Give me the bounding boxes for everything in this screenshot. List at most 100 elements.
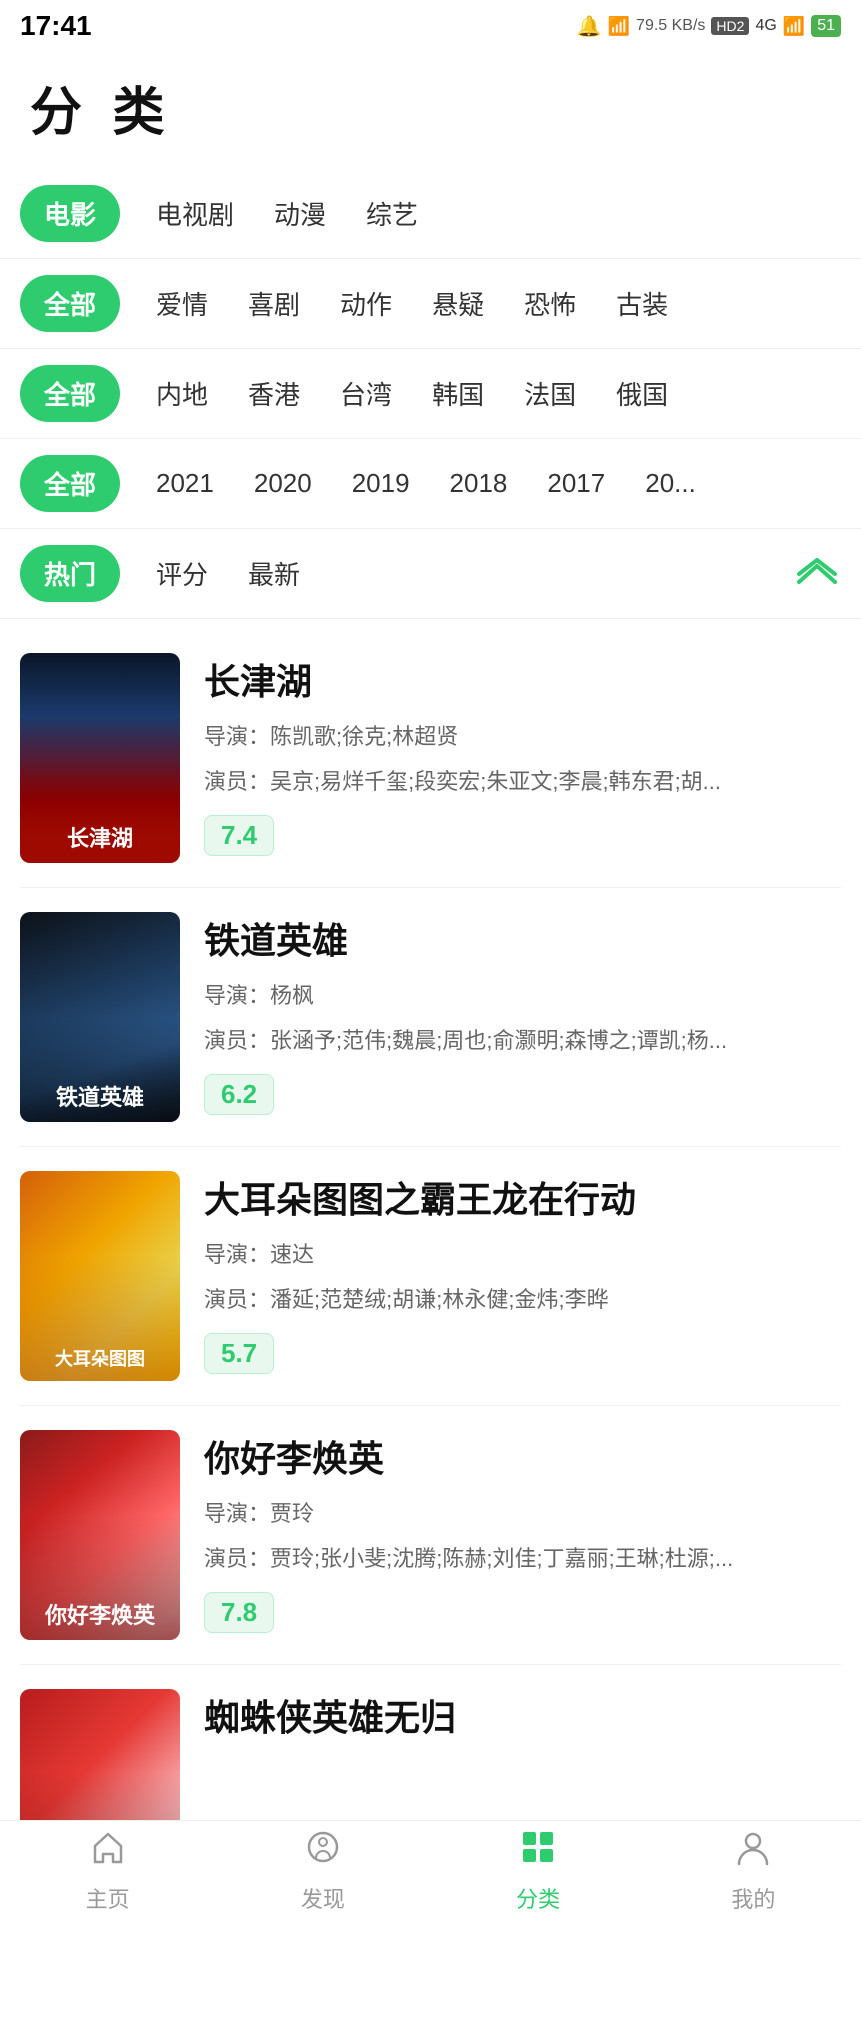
filter-type-tv[interactable]: 电视剧 bbox=[136, 185, 254, 242]
movie-actors: 演员：吴京;易烊千玺;段奕宏;朱亚文;李晨;韩东君;胡... bbox=[204, 764, 841, 799]
nav-profile[interactable]: 我的 bbox=[693, 1828, 813, 1914]
filter-region-hk[interactable]: 香港 bbox=[228, 365, 320, 422]
filter-genre-action[interactable]: 动作 bbox=[320, 275, 412, 332]
filter-year-row: 全部 2021 2020 2019 2018 2017 20... bbox=[20, 439, 841, 528]
nav-category[interactable]: 分类 bbox=[478, 1828, 598, 1914]
nav-home[interactable]: 主页 bbox=[48, 1828, 168, 1914]
filter-genre-costume[interactable]: 古装 bbox=[596, 275, 688, 332]
category-icon bbox=[519, 1828, 557, 1876]
nav-category-label: 分类 bbox=[516, 1882, 560, 1914]
filter-year-active[interactable]: 全部 bbox=[20, 455, 120, 512]
movie-item[interactable]: 铁道英雄 铁道英雄 导演：杨枫 演员：张涵予;范伟;魏晨;周也;俞灏明;森博之;… bbox=[20, 888, 841, 1147]
filter-type-active[interactable]: 电影 bbox=[20, 185, 120, 242]
filter-genre-section: 全部 爱情 喜剧 动作 悬疑 恐怖 古装 bbox=[0, 259, 861, 349]
bottom-nav: 主页 发现 分类 我的 bbox=[0, 1820, 861, 1920]
filter-region-tw[interactable]: 台湾 bbox=[320, 365, 412, 422]
movie-poster: 长津湖 bbox=[20, 653, 180, 863]
movie-rating: 7.4 bbox=[204, 815, 274, 856]
movie-actors: 演员：张涵予;范伟;魏晨;周也;俞灏明;森博之;谭凯;杨... bbox=[204, 1023, 841, 1058]
filter-region-row: 全部 内地 香港 台湾 韩国 法国 俄国 bbox=[20, 349, 841, 438]
movie-info: 你好李焕英 导演：贾玲 演员：贾玲;张小斐;沈腾;陈赫;刘佳;丁嘉丽;王琳;杜源… bbox=[204, 1430, 841, 1640]
nav-profile-label: 我的 bbox=[731, 1882, 775, 1914]
movie-title: 你好李焕英 bbox=[204, 1430, 841, 1482]
sort-row-left: 热门 评分 最新 bbox=[20, 545, 320, 602]
movie-item[interactable]: 长津湖 长津湖 导演：陈凯歌;徐克;林超贤 演员：吴京;易烊千玺;段奕宏;朱亚文… bbox=[20, 629, 841, 888]
filter-year-2020[interactable]: 2020 bbox=[234, 458, 332, 509]
filter-genre-row: 全部 爱情 喜剧 动作 悬疑 恐怖 古装 bbox=[20, 259, 841, 348]
profile-icon bbox=[734, 1828, 772, 1876]
movie-item[interactable]: 你好李焕英 你好李焕英 导演：贾玲 演员：贾玲;张小斐;沈腾;陈赫;刘佳;丁嘉丽… bbox=[20, 1406, 841, 1665]
filter-region-russia[interactable]: 俄国 bbox=[596, 365, 688, 422]
nav-home-label: 主页 bbox=[86, 1882, 130, 1914]
nav-discover-label: 发现 bbox=[301, 1882, 345, 1914]
movie-director: 导演：杨枫 bbox=[204, 978, 841, 1013]
filter-year-2017[interactable]: 2017 bbox=[527, 458, 625, 509]
filter-type-variety[interactable]: 综艺 bbox=[346, 185, 438, 242]
filter-type-row: 电影 电视剧 动漫 综艺 bbox=[20, 169, 841, 258]
main-content: 分 类 电影 电视剧 动漫 综艺 全部 爱情 喜剧 动作 悬疑 恐怖 古装 全部… bbox=[0, 50, 861, 2043]
filter-region-france[interactable]: 法国 bbox=[504, 365, 596, 422]
nav-discover[interactable]: 发现 bbox=[263, 1828, 383, 1914]
home-icon bbox=[89, 1828, 127, 1876]
filter-year-more[interactable]: 20... bbox=[625, 458, 716, 509]
filter-genre-romance[interactable]: 爱情 bbox=[136, 275, 228, 332]
filter-sort-active[interactable]: 热门 bbox=[20, 545, 120, 602]
poster-label: 大耳朵图图 bbox=[20, 1171, 180, 1381]
poster-label: 长津湖 bbox=[20, 653, 180, 863]
filter-genre-comedy[interactable]: 喜剧 bbox=[228, 275, 320, 332]
status-time: 17:41 bbox=[20, 10, 92, 42]
movie-item[interactable]: 大耳朵图图 大耳朵图图之霸王龙在行动 导演：速达 演员：潘延;范楚绒;胡谦;林永… bbox=[20, 1147, 841, 1406]
movie-poster: 你好李焕英 bbox=[20, 1430, 180, 1640]
movie-rating: 7.8 bbox=[204, 1592, 274, 1633]
signal-bar: 📶 bbox=[608, 16, 630, 37]
movie-title: 蜘蛛侠英雄无归 bbox=[204, 1689, 841, 1741]
movie-poster: 大耳朵图图 bbox=[20, 1171, 180, 1381]
filter-region-active[interactable]: 全部 bbox=[20, 365, 120, 422]
5g-signal: 📶 bbox=[783, 16, 805, 37]
filter-sort-newest[interactable]: 最新 bbox=[228, 545, 320, 602]
filter-year-2018[interactable]: 2018 bbox=[430, 458, 528, 509]
status-bar: 17:41 🔔 📶 79.5 KB/s HD2 4G 📶 51 bbox=[0, 0, 861, 50]
movie-director: 导演：贾玲 bbox=[204, 1496, 841, 1531]
poster-label: 你好李焕英 bbox=[20, 1430, 180, 1640]
status-icons: 🔔 📶 79.5 KB/s HD2 4G 📶 51 bbox=[577, 14, 841, 39]
movie-info: 铁道英雄 导演：杨枫 演员：张涵予;范伟;魏晨;周也;俞灏明;森博之;谭凯;杨.… bbox=[204, 912, 841, 1122]
collapse-filters-button[interactable] bbox=[793, 550, 841, 598]
movie-poster: 铁道英雄 bbox=[20, 912, 180, 1122]
filter-year-section: 全部 2021 2020 2019 2018 2017 20... bbox=[0, 439, 861, 529]
filter-sort-row: 热门 评分 最新 bbox=[20, 529, 841, 618]
filter-region-korea[interactable]: 韩国 bbox=[412, 365, 504, 422]
filter-genre-active[interactable]: 全部 bbox=[20, 275, 120, 332]
filter-sort-section: 热门 评分 最新 bbox=[0, 529, 861, 619]
filter-year-2021[interactable]: 2021 bbox=[136, 458, 234, 509]
movie-actors: 演员：潘延;范楚绒;胡谦;林永健;金炜;李晔 bbox=[204, 1282, 841, 1317]
4g-badge: 4G bbox=[755, 17, 776, 35]
movie-rating: 5.7 bbox=[204, 1333, 274, 1374]
hd-badge: HD2 bbox=[711, 17, 749, 35]
discover-icon bbox=[304, 1828, 342, 1876]
movie-title: 大耳朵图图之霸王龙在行动 bbox=[204, 1171, 841, 1223]
filter-region-mainland[interactable]: 内地 bbox=[136, 365, 228, 422]
notification-icon: 🔔 bbox=[577, 14, 602, 39]
filter-genre-horror[interactable]: 恐怖 bbox=[504, 275, 596, 332]
movie-list: 长津湖 长津湖 导演：陈凯歌;徐克;林超贤 演员：吴京;易烊千玺;段奕宏;朱亚文… bbox=[0, 619, 861, 1933]
filter-type-section: 电影 电视剧 动漫 综艺 bbox=[0, 169, 861, 259]
battery-indicator: 51 bbox=[811, 15, 841, 37]
filter-genre-suspense[interactable]: 悬疑 bbox=[412, 275, 504, 332]
poster-label: 铁道英雄 bbox=[20, 912, 180, 1122]
movie-info: 长津湖 导演：陈凯歌;徐克;林超贤 演员：吴京;易烊千玺;段奕宏;朱亚文;李晨;… bbox=[204, 653, 841, 863]
movie-title: 长津湖 bbox=[204, 653, 841, 705]
filter-region-section: 全部 内地 香港 台湾 韩国 法国 俄国 bbox=[0, 349, 861, 439]
movie-director: 导演：速达 bbox=[204, 1237, 841, 1272]
movie-actors: 演员：贾玲;张小斐;沈腾;陈赫;刘佳;丁嘉丽;王琳;杜源;... bbox=[204, 1541, 841, 1576]
movie-rating: 6.2 bbox=[204, 1074, 274, 1115]
filter-type-anime[interactable]: 动漫 bbox=[254, 185, 346, 242]
movie-director: 导演：陈凯歌;徐克;林超贤 bbox=[204, 719, 841, 754]
movie-title: 铁道英雄 bbox=[204, 912, 841, 964]
page-title-area: 分 类 bbox=[0, 50, 861, 169]
page-title: 分 类 bbox=[30, 70, 831, 145]
filter-year-2019[interactable]: 2019 bbox=[332, 458, 430, 509]
movie-info: 大耳朵图图之霸王龙在行动 导演：速达 演员：潘延;范楚绒;胡谦;林永健;金炜;李… bbox=[204, 1171, 841, 1381]
filter-sort-rating[interactable]: 评分 bbox=[136, 545, 228, 602]
network-speed: 79.5 KB/s bbox=[636, 17, 705, 35]
